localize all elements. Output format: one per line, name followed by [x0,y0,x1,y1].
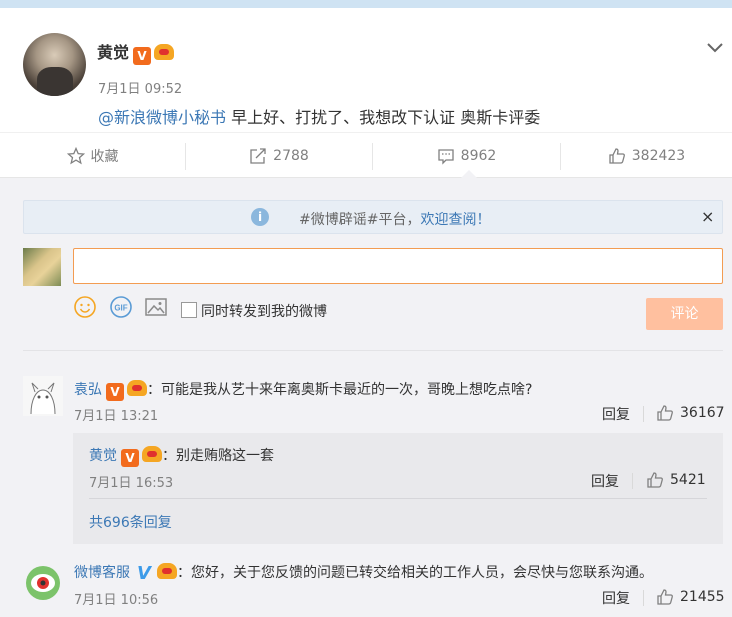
my-avatar [23,248,61,286]
comment-like-count: 36167 [680,405,725,421]
comment-like-count: 21455 [680,589,725,605]
post-card: 黄觉 V 7月1日 09:52 @新浪微博小秘书 早上好、打扰了、我想改下认证 奥… [0,8,732,132]
verified-v-icon: V [106,383,124,401]
vip-crown-icon [142,446,162,462]
thumbs-up-icon [647,472,663,488]
info-icon: i [251,208,269,226]
verified-v-icon: V [133,47,152,65]
emoji-icon[interactable] [73,295,97,319]
action-bar: 收藏 2788 8962 382423 [0,132,732,178]
submit-comment-button[interactable]: 评论 [646,298,723,330]
comment-input[interactable] [73,248,723,284]
comment-like-button[interactable]: 21455 [656,588,725,606]
close-icon[interactable]: × [701,207,714,226]
commenter-name[interactable]: 袁弘 [74,382,102,398]
comment-time: 7月1日 10:56 [74,593,159,608]
star-icon [66,147,85,165]
mention-link[interactable]: @新浪微博小秘书 [98,108,226,127]
repost-count: 2788 [273,148,309,164]
chevron-down-icon[interactable] [704,36,726,58]
notice-text: #微博辟谣#平台，欢迎查阅！ [299,209,490,229]
verified-v-icon: V [137,563,151,584]
comment-caret [461,170,477,178]
sub-reply-time: 7月1日 16:53 [89,476,174,491]
reply-button[interactable]: 回复 [602,404,630,424]
thumbs-up-icon [657,405,673,421]
like-separator [643,406,644,422]
comment-time: 7月1日 13:21 [74,409,159,424]
author-name[interactable]: 黄觉 [97,43,129,62]
comment-line: 袁弘 V ：可能是我从艺十来年离奥斯卡最近的一次，哥晚上想吃点啥? [74,379,532,401]
sub-reply-text: ：别走贿赂这一套 [162,448,274,464]
repost-icon [250,148,266,164]
repost-checkbox[interactable] [181,302,197,318]
more-replies-link[interactable]: 共696条回复 [89,512,172,532]
comment-line: 微博客服 V ：您好，关于您反馈的问题已转交给相关的工作人员，会尽快与您联系沟通。 [74,562,653,583]
sub-reply-name[interactable]: 黄觉 [89,448,117,464]
like-count: 382423 [631,148,686,164]
sub-reply-like-button[interactable]: 5421 [646,471,706,489]
sub-reply-line: 黄觉 V ：别走贿赂这一套 [89,445,274,467]
reply-button[interactable]: 回复 [591,471,619,491]
post-author: 黄觉 V [97,39,175,65]
favorite-label: 收藏 [90,149,119,165]
post-body: 早上好、打扰了、我想改下认证 奥斯卡评委 [226,108,541,127]
post-time[interactable]: 7月1日 09:52 [98,78,182,97]
notice-link[interactable]: 欢迎查阅！ [420,212,490,228]
like-separator [632,473,633,489]
reply-button[interactable]: 回复 [602,588,630,608]
repost-button[interactable]: 2788 [186,133,372,179]
vip-crown-icon [127,380,147,396]
commenter-avatar[interactable] [23,376,63,416]
comments-section: i #微博辟谣#平台，欢迎查阅！ × GIF 同时转发到我的微博 评论 袁弘 V：… [0,178,732,617]
comment-like-button[interactable]: 36167 [656,404,725,422]
rumor-notice: i #微博辟谣#平台，欢迎查阅！ × [23,200,723,234]
repost-label[interactable]: 同时转发到我的微博 [201,301,327,321]
comment-text: ：您好，关于您反馈的问题已转交给相关的工作人员，会尽快与您联系沟通。 [177,565,653,581]
favorite-button[interactable]: 收藏 [0,133,185,179]
image-icon[interactable] [144,295,168,319]
commenter-name[interactable]: 微博客服 [74,565,130,581]
like-button[interactable]: 382423 [561,133,732,179]
like-separator [643,590,644,606]
verified-v-icon: V [121,449,139,467]
notice-prefix: #微博辟谣#平台， [299,212,421,228]
author-avatar[interactable] [23,33,86,96]
svg-text:GIF: GIF [114,304,127,313]
comment-text: ：可能是我从艺十来年离奥斯卡最近的一次，哥晚上想吃点啥? [147,382,533,398]
divider [89,498,707,499]
top-border [0,0,732,8]
divider [23,350,723,351]
vip-crown-icon [157,563,177,579]
thumbs-up-icon [657,589,673,605]
gif-icon[interactable]: GIF [109,295,133,319]
vip-crown-icon [154,44,175,60]
thumbs-up-icon [609,148,625,164]
sub-reply-box: 黄觉 V ：别走贿赂这一套 7月1日 16:53 回复 5421 共696条回复 [73,433,723,544]
comment-icon [438,149,454,165]
sub-reply-like-count: 5421 [670,472,706,488]
commenter-avatar[interactable] [23,563,63,603]
comment-count: 8962 [460,148,497,164]
post-text: @新浪微博小秘书 早上好、打扰了、我想改下认证 奥斯卡评委 [98,104,540,128]
